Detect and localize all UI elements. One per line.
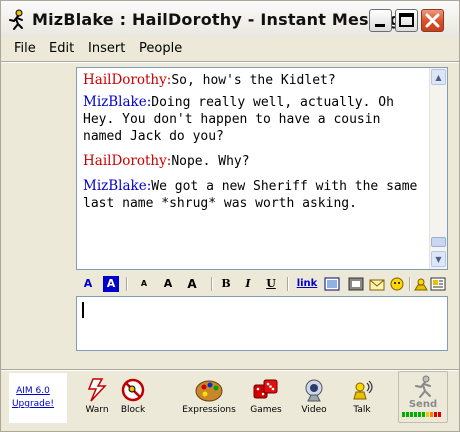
insert-background-icon[interactable] [348, 277, 364, 291]
message-text: Nope. Why? [171, 154, 250, 169]
insert-link-button[interactable]: link [296, 276, 318, 292]
message-sender: HailDorothy [83, 72, 167, 88]
bold-button[interactable]: B [219, 276, 233, 292]
message: MizBlake:Doing really well, actually. Oh… [83, 94, 425, 145]
warn-button[interactable]: Warn [83, 377, 111, 415]
block-button[interactable]: Block [118, 377, 148, 415]
expressions-label: Expressions [182, 405, 236, 415]
message-sender: HailDorothy [83, 153, 167, 169]
smaller-text-button[interactable]: A [134, 276, 154, 292]
palette-icon [195, 380, 223, 402]
dice-icon [253, 379, 278, 399]
toolbar-separator [287, 277, 289, 291]
block-label: Block [120, 405, 146, 415]
email-icon[interactable] [369, 277, 385, 291]
smiley-icon[interactable] [389, 276, 405, 292]
close-icon [425, 13, 440, 28]
block-icon [121, 378, 145, 402]
conversation-scrollbar[interactable]: ▲ ▼ [429, 68, 447, 269]
send-label: Send [408, 399, 438, 410]
insert-image-icon[interactable] [324, 277, 340, 291]
menu-bar: File Edit Insert People [1, 38, 459, 60]
menu-insert[interactable]: Insert [88, 41, 125, 56]
video-button[interactable]: Video [298, 377, 330, 415]
minimize-icon [375, 24, 385, 27]
format-toolbar: A A A A A B I U link [76, 275, 448, 294]
toolbar-separator [211, 277, 213, 291]
games-button[interactable]: Games [248, 377, 284, 415]
running-man-icon [9, 9, 23, 30]
im-window: MizBlake : HailDorothy - Instant Message… [0, 0, 460, 432]
add-buddy-icon[interactable] [412, 277, 430, 291]
message-sender: MizBlake [83, 94, 147, 110]
signal-meter [402, 412, 441, 417]
font-color-button[interactable]: A [81, 276, 95, 292]
larger-text-button[interactable]: A [182, 276, 202, 292]
scroll-thumb[interactable] [431, 237, 446, 247]
text-caret [82, 302, 84, 318]
maximize-icon [399, 13, 414, 27]
upgrade-link-line1: AIM 6.0 [16, 386, 50, 396]
menu-divider [1, 61, 459, 63]
talk-icon [353, 380, 373, 400]
message-input[interactable] [76, 296, 448, 351]
talk-button[interactable]: Talk [348, 377, 376, 415]
video-label: Video [301, 405, 327, 415]
conversation-pane[interactable]: HailDorothy:So, how's the Kidlet? MizBla… [76, 67, 448, 270]
menu-edit[interactable]: Edit [49, 41, 74, 56]
expressions-button[interactable]: Expressions [181, 377, 237, 415]
talk-label: Talk [353, 405, 371, 415]
upgrade-link-line2: Upgrade! [11, 399, 55, 409]
menu-people[interactable]: People [139, 41, 182, 56]
lightning-bolt-icon [87, 378, 107, 402]
message-text: So, how's the Kidlet? [171, 73, 336, 88]
send-button[interactable]: Send [398, 371, 448, 423]
title-bar[interactable]: MizBlake : HailDorothy - Instant Message [1, 1, 459, 37]
message: HailDorothy:Nope. Why? [83, 153, 425, 170]
italic-button[interactable]: I [241, 276, 255, 292]
minimize-button[interactable] [369, 9, 392, 32]
games-label: Games [250, 405, 282, 415]
webcam-icon [305, 379, 323, 402]
message-sender: MizBlake [83, 178, 147, 194]
toolbar-separator [409, 277, 411, 291]
bottom-divider [1, 369, 459, 371]
buddy-info-icon[interactable] [430, 277, 446, 291]
message: HailDorothy:So, how's the Kidlet? [83, 72, 425, 89]
warn-label: Warn [85, 405, 109, 415]
message: MizBlake:We got a new Sheriff with the s… [83, 178, 425, 212]
send-running-man-icon [415, 375, 431, 398]
menu-file[interactable]: File [14, 41, 36, 56]
underline-button[interactable]: U [264, 276, 278, 292]
maximize-button[interactable] [395, 9, 418, 32]
window-title: MizBlake : HailDorothy - Instant Message [32, 10, 413, 29]
close-button[interactable] [421, 9, 444, 32]
scroll-up-button[interactable]: ▲ [431, 69, 446, 85]
background-color-button[interactable]: A [103, 276, 119, 292]
upgrade-link[interactable]: AIM 6.0 Upgrade! [11, 385, 55, 411]
toolbar-separator [126, 277, 128, 291]
scroll-down-button[interactable]: ▼ [431, 251, 446, 267]
normal-text-button[interactable]: A [160, 276, 176, 292]
